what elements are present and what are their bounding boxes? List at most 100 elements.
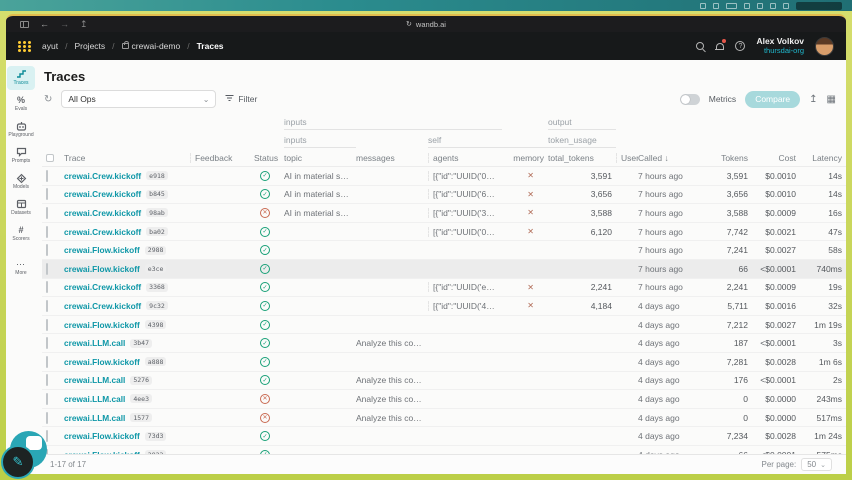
column-header-messages[interactable]: messages	[356, 153, 428, 163]
column-header-cost[interactable]: Cost	[752, 153, 800, 163]
trace-link[interactable]: crewai.Crew.kickoff	[64, 282, 141, 292]
row-checkbox[interactable]	[46, 262, 48, 275]
table-row[interactable]: crewai.Crew.kickoff b845 ✓ AI in material s…	[42, 186, 846, 205]
table-row[interactable]: crewai.LLM.call 4ee3 ✕ Analyze this conten.…	[42, 390, 846, 409]
sort-desc-icon: ↓	[664, 152, 669, 163]
row-checkbox[interactable]	[46, 411, 48, 424]
sidebar-item-scorers[interactable]: # Scorers	[7, 222, 35, 246]
sidebar-toggle-icon[interactable]	[20, 20, 29, 28]
column-header-feedback[interactable]: Feedback	[190, 152, 254, 163]
cell-status: ✓	[254, 282, 284, 293]
row-checkbox[interactable]	[46, 188, 48, 201]
table-row[interactable]: crewai.Flow.kickoff e3ce ✓ 7 hours ago 66 <$0…	[42, 259, 846, 279]
forward-icon[interactable]: →	[60, 19, 69, 29]
breadcrumb-project[interactable]: crewai-demo	[121, 41, 180, 51]
cell-called: 7 hours ago	[638, 282, 683, 293]
column-header-trace[interactable]: Trace	[64, 153, 190, 163]
trace-link[interactable]: crewai.Flow.kickoff	[64, 320, 140, 330]
per-page-select[interactable]: 50 ⌄	[801, 458, 832, 471]
table-row[interactable]: crewai.Flow.kickoff 2988 ✓ 7 hours ago 7,241…	[42, 241, 846, 260]
url-bar[interactable]: ↻ wandb.ai	[406, 20, 446, 29]
row-checkbox[interactable]	[46, 244, 48, 257]
trace-link[interactable]: crewai.Crew.kickoff	[64, 301, 141, 311]
sidebar-item-prompts[interactable]: Prompts	[7, 144, 35, 168]
table-row[interactable]: crewai.Crew.kickoff ba02 ✓ [{"id":"UUID('04…	[42, 223, 846, 242]
table-row[interactable]: crewai.Crew.kickoff 3368 ✓ [{"id":"UUID('e8…	[42, 279, 846, 298]
ops-selector[interactable]: All Ops ⌄	[61, 90, 217, 108]
cell-status: ✓	[254, 245, 284, 256]
row-checkbox[interactable]	[46, 318, 48, 331]
sidebar-item-evals[interactable]: % Evals	[7, 92, 35, 116]
export-icon[interactable]: ↥	[809, 94, 817, 105]
trace-link[interactable]: crewai.LLM.call	[64, 413, 125, 423]
breadcrumb-projects[interactable]: Projects	[74, 41, 105, 51]
cell-tokens: 7,742	[726, 226, 748, 237]
trace-link[interactable]: crewai.LLM.call	[64, 338, 125, 348]
row-checkbox[interactable]	[46, 430, 48, 443]
row-checkbox[interactable]	[46, 225, 48, 238]
cell-latency: 32s	[828, 300, 842, 311]
table-row[interactable]: crewai.Flow.kickoff 4398 ✓ 4 days ago 7,212 $…	[42, 316, 846, 335]
table-row[interactable]: crewai.Flow.kickoff3923✓4 days ago66<$0.…	[42, 446, 846, 454]
filter-button[interactable]: Filter	[225, 94, 257, 104]
cell-status: ✓	[254, 431, 284, 442]
column-header-agents[interactable]: agents	[428, 152, 502, 163]
select-all-checkbox[interactable]	[46, 153, 54, 162]
row-checkbox[interactable]	[46, 169, 48, 182]
trace-link[interactable]: crewai.LLM.call	[64, 394, 125, 404]
trace-link[interactable]: crewai.Crew.kickoff	[64, 171, 141, 181]
trace-link[interactable]: crewai.Crew.kickoff	[64, 189, 141, 199]
column-header-total_tokens[interactable]: total_tokens	[548, 153, 616, 163]
sidebar-item-datasets[interactable]: Datasets	[7, 196, 35, 220]
search-icon[interactable]	[696, 42, 705, 50]
table-row[interactable]: crewai.Flow.kickoff a888 ✓ 4 days ago 7,281 $…	[42, 353, 846, 372]
trace-link[interactable]: crewai.Flow.kickoff	[64, 357, 140, 367]
row-checkbox[interactable]	[46, 392, 48, 405]
refresh-icon[interactable]: ↻	[44, 94, 52, 105]
row-checkbox[interactable]	[46, 299, 48, 312]
trace-link[interactable]: crewai.Flow.kickoff	[64, 264, 140, 274]
column-header-memory[interactable]: memory	[502, 153, 548, 163]
trace-link[interactable]: crewai.Flow.kickoff	[64, 431, 140, 441]
table-row[interactable]: crewai.LLM.call 1577 ✕ Analyze this conten.…	[42, 409, 846, 428]
notifications-icon[interactable]	[715, 38, 727, 51]
column-settings-icon[interactable]: ▦	[827, 94, 836, 105]
column-header-user[interactable]: User	[616, 152, 638, 163]
column-header-topic[interactable]: topic	[284, 153, 356, 163]
share-icon[interactable]: ↥	[80, 19, 88, 30]
sidebar-item-models[interactable]: Models	[7, 170, 35, 194]
sidebar-item-more[interactable]: ⋯ More	[7, 256, 35, 280]
column-header-tokens[interactable]: Tokens	[698, 153, 752, 163]
table-row[interactable]: crewai.LLM.call 5276 ✓ Analyze this conten.…	[42, 372, 846, 391]
row-checkbox[interactable]	[46, 355, 48, 368]
trace-link[interactable]: crewai.Crew.kickoff	[64, 227, 141, 237]
table-row[interactable]: crewai.Crew.kickoff 9c32 ✓ [{"id":"UUID('45…	[42, 297, 846, 316]
avatar[interactable]	[815, 36, 834, 56]
metrics-toggle[interactable]	[679, 93, 700, 105]
sidebar-item-traces[interactable]: Traces	[7, 66, 35, 90]
cell-latency: 517ms	[816, 412, 842, 423]
trace-link[interactable]: crewai.Flow.kickoff	[64, 245, 140, 255]
column-header-called[interactable]: Called ↓	[638, 153, 698, 163]
row-checkbox[interactable]	[46, 206, 48, 219]
sidebar-item-playground[interactable]: Playground	[7, 118, 35, 142]
table-row[interactable]: crewai.Crew.kickoff e918 ✓ AI in material s…	[42, 167, 846, 186]
breadcrumb-entity[interactable]: ayut	[42, 41, 58, 51]
table-row[interactable]: crewai.LLM.call 3b47 ✓ Analyze this conten.…	[42, 334, 846, 353]
table-row[interactable]: crewai.Flow.kickoff 73d3 ✓ 4 days ago 7,234 $…	[42, 427, 846, 446]
column-header-latency[interactable]: Latency	[800, 153, 846, 163]
compare-button[interactable]: Compare	[745, 90, 801, 108]
user-org[interactable]: thursdai-org	[756, 46, 804, 56]
help-icon[interactable]: ?	[735, 41, 746, 51]
trace-link[interactable]: crewai.Crew.kickoff	[64, 208, 141, 218]
trace-link[interactable]: crewai.LLM.call	[64, 375, 125, 385]
wandb-logo[interactable]	[18, 40, 32, 52]
column-header-status[interactable]: Status	[254, 153, 284, 163]
row-checkbox[interactable]	[46, 374, 48, 387]
row-checkbox[interactable]	[46, 337, 48, 350]
back-icon[interactable]: ←	[40, 19, 49, 29]
row-checkbox[interactable]	[46, 281, 48, 294]
breadcrumb-traces[interactable]: Traces	[197, 41, 224, 51]
table-row[interactable]: crewai.Crew.kickoff 98ab ✕ AI in material s…	[42, 204, 846, 223]
annotate-pencil-button[interactable]: ✎	[1, 445, 35, 479]
